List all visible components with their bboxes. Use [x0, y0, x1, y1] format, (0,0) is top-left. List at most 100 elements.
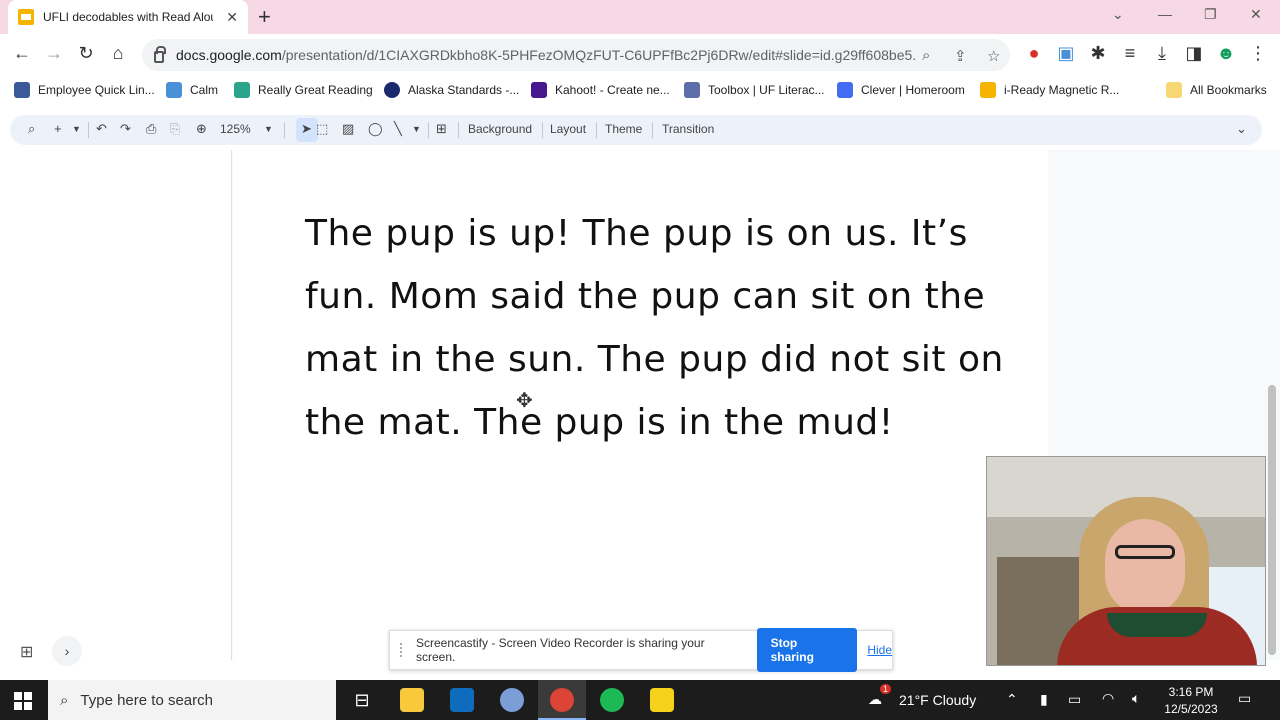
expand-filmstrip-button[interactable]: › [52, 636, 82, 666]
redo-icon[interactable]: ↷ [120, 121, 131, 137]
bookmark-item[interactable]: Really Great Reading [234, 82, 373, 98]
layout-button[interactable]: Layout [550, 122, 586, 136]
task-view-icon[interactable]: ⊟ [350, 688, 374, 712]
hide-link[interactable]: Hide [867, 643, 892, 657]
volume-icon[interactable]: 🔈︎ [1132, 690, 1140, 707]
microphone-icon[interactable]: ▮ [1040, 691, 1048, 708]
undo-icon[interactable]: ↶ [96, 121, 107, 137]
zoom-level[interactable]: 125% [220, 122, 251, 136]
all-bookmarks-label: All Bookmarks [1190, 83, 1267, 97]
share-icon[interactable]: ⇪ [954, 47, 967, 65]
bookmark-item[interactable]: Calm [166, 82, 218, 98]
all-bookmarks-folder[interactable]: All Bookmarks [1166, 82, 1267, 98]
insert-image-icon[interactable]: ▨ [342, 121, 354, 137]
background-button[interactable]: Background [468, 122, 532, 136]
zoom-icon[interactable]: ⊕ [196, 121, 207, 137]
grid-view-icon[interactable]: ⊞ [20, 642, 33, 662]
minimize-button[interactable]: — [1158, 6, 1172, 22]
weather-text[interactable]: 21°F Cloudy [899, 692, 976, 708]
bookmark-favicon-icon [684, 82, 700, 98]
notifications-icon[interactable]: ▭ [1238, 690, 1251, 707]
chrome-icon[interactable] [550, 688, 574, 712]
bookmark-star-icon[interactable]: ☆ [987, 47, 1000, 65]
browser-tab[interactable]: UFLI decodables with Read Alou ✕ [8, 0, 248, 34]
slide-text-line: fun. Mom said the pup can sit on the [305, 276, 986, 317]
file-explorer-icon[interactable] [400, 688, 424, 712]
slide-text-box[interactable]: The pup is up! The pup is on us. It’s fu… [305, 202, 1005, 454]
side-panel-icon[interactable]: ◨ [1182, 43, 1206, 64]
forward-icon[interactable]: → [42, 43, 66, 64]
move-cursor-icon: ✥ [516, 390, 533, 412]
browser-tabstrip: UFLI decodables with Read Alou ✕ + ⌄ — ❐… [0, 0, 1280, 34]
extension-icon[interactable]: ● [1022, 43, 1046, 64]
zoom-dropdown-icon[interactable]: ▼ [264, 124, 273, 134]
stop-sharing-button[interactable]: Stop sharing [756, 628, 858, 672]
toolbar-divider [458, 122, 459, 138]
clock-date: 12/5/2023 [1164, 702, 1218, 716]
line-dropdown-icon[interactable]: ▼ [412, 124, 421, 134]
bookmark-item[interactable]: Kahoot! - Create ne... [531, 82, 670, 98]
bookmark-favicon-icon [384, 82, 400, 98]
bookmark-item[interactable]: Alaska Standards -... [384, 82, 519, 98]
outlook-icon[interactable] [450, 688, 474, 712]
bookmark-favicon-icon [14, 82, 30, 98]
bookmark-favicon-icon [837, 82, 853, 98]
zoom-icon[interactable]: ⌕ [922, 47, 930, 64]
weather-icon[interactable]: ☁ [868, 691, 882, 708]
sticky-notes-icon[interactable] [650, 688, 674, 712]
slide-text-line: The pup is up! The pup is on us. It’s [305, 213, 968, 254]
menu-icon[interactable]: ⋮ [1246, 43, 1270, 64]
screencastify-icon[interactable]: ▣ [1054, 43, 1078, 64]
home-icon[interactable]: ⌂ [106, 43, 130, 64]
download-icon[interactable]: ⤓ [1150, 43, 1174, 64]
share-message: Screencastify - Screen Video Recorder is… [415, 636, 705, 664]
windows-start-icon[interactable] [14, 692, 32, 710]
restore-button[interactable]: ❐ [1204, 6, 1217, 23]
spotify-icon[interactable] [600, 688, 624, 712]
print-icon[interactable]: ⎙ [146, 121, 156, 137]
lock-icon[interactable] [154, 46, 166, 63]
vertical-scrollbar[interactable] [1268, 385, 1276, 655]
bookmark-item[interactable]: i-Ready Magnetic R... [980, 82, 1119, 98]
reload-icon[interactable]: ↻ [74, 43, 98, 64]
battery-icon[interactable]: ▭ [1068, 691, 1081, 708]
close-tab-icon[interactable]: ✕ [226, 9, 238, 26]
bookmark-item[interactable]: Clever | Homeroom [837, 82, 965, 98]
bookmark-favicon-icon [166, 82, 182, 98]
transition-button[interactable]: Transition [662, 122, 714, 136]
drag-handle-icon[interactable] [400, 643, 404, 657]
notification-count: 1 [880, 684, 892, 694]
app-icon[interactable] [500, 688, 524, 712]
new-slide-icon[interactable]: + [54, 121, 62, 136]
search-icon: ⌕ [60, 691, 69, 709]
reading-list-icon[interactable]: ≡ [1118, 43, 1142, 64]
slide-text-line: mat in the sun. The pup did not sit on [305, 339, 1004, 380]
add-comment-icon[interactable]: ⊞ [436, 121, 447, 137]
bookmark-item[interactable]: Employee Quick Lin... [14, 82, 155, 98]
new-slide-dropdown-icon[interactable]: ▼ [72, 124, 81, 134]
text-box-icon[interactable]: ⬚ [316, 121, 328, 137]
search-menus-icon[interactable]: ⌕ [28, 121, 35, 137]
profile-avatar-icon[interactable]: ☻ [1214, 43, 1238, 64]
paint-format-icon[interactable]: ⎘ [170, 121, 180, 137]
taskbar-search-box[interactable]: ⌕ Type here to search [48, 680, 336, 720]
theme-button[interactable]: Theme [605, 122, 642, 136]
close-window-button[interactable]: ✕ [1250, 6, 1262, 23]
url-host: docs.google.com [176, 47, 282, 63]
wifi-icon[interactable]: ◠ [1102, 690, 1114, 707]
system-clock[interactable]: 3:16 PM 12/5/2023 [1158, 684, 1224, 718]
back-icon[interactable]: ← [10, 43, 34, 64]
extensions-puzzle-icon[interactable]: ✱ [1086, 43, 1110, 64]
bookmark-item[interactable]: Toolbox | UF Literac... [684, 82, 825, 98]
shape-icon[interactable]: ◯ [368, 121, 383, 137]
bookmark-label: Employee Quick Lin... [38, 83, 155, 97]
address-bar[interactable]: docs.google.com/presentation/d/1CIAXGRDk… [142, 39, 1010, 71]
select-cursor-icon[interactable]: ➤ [301, 121, 312, 137]
new-tab-button[interactable]: + [258, 4, 271, 30]
line-icon[interactable]: ╲ [394, 121, 402, 137]
collapse-toolbar-icon[interactable]: ⌄ [1236, 121, 1247, 137]
bookmark-label: Really Great Reading [258, 83, 373, 97]
tab-search-icon[interactable]: ⌄ [1112, 6, 1124, 23]
show-hidden-icons[interactable]: ⌃ [1006, 691, 1018, 708]
slide[interactable]: The pup is up! The pup is on us. It’s fu… [233, 150, 1048, 660]
